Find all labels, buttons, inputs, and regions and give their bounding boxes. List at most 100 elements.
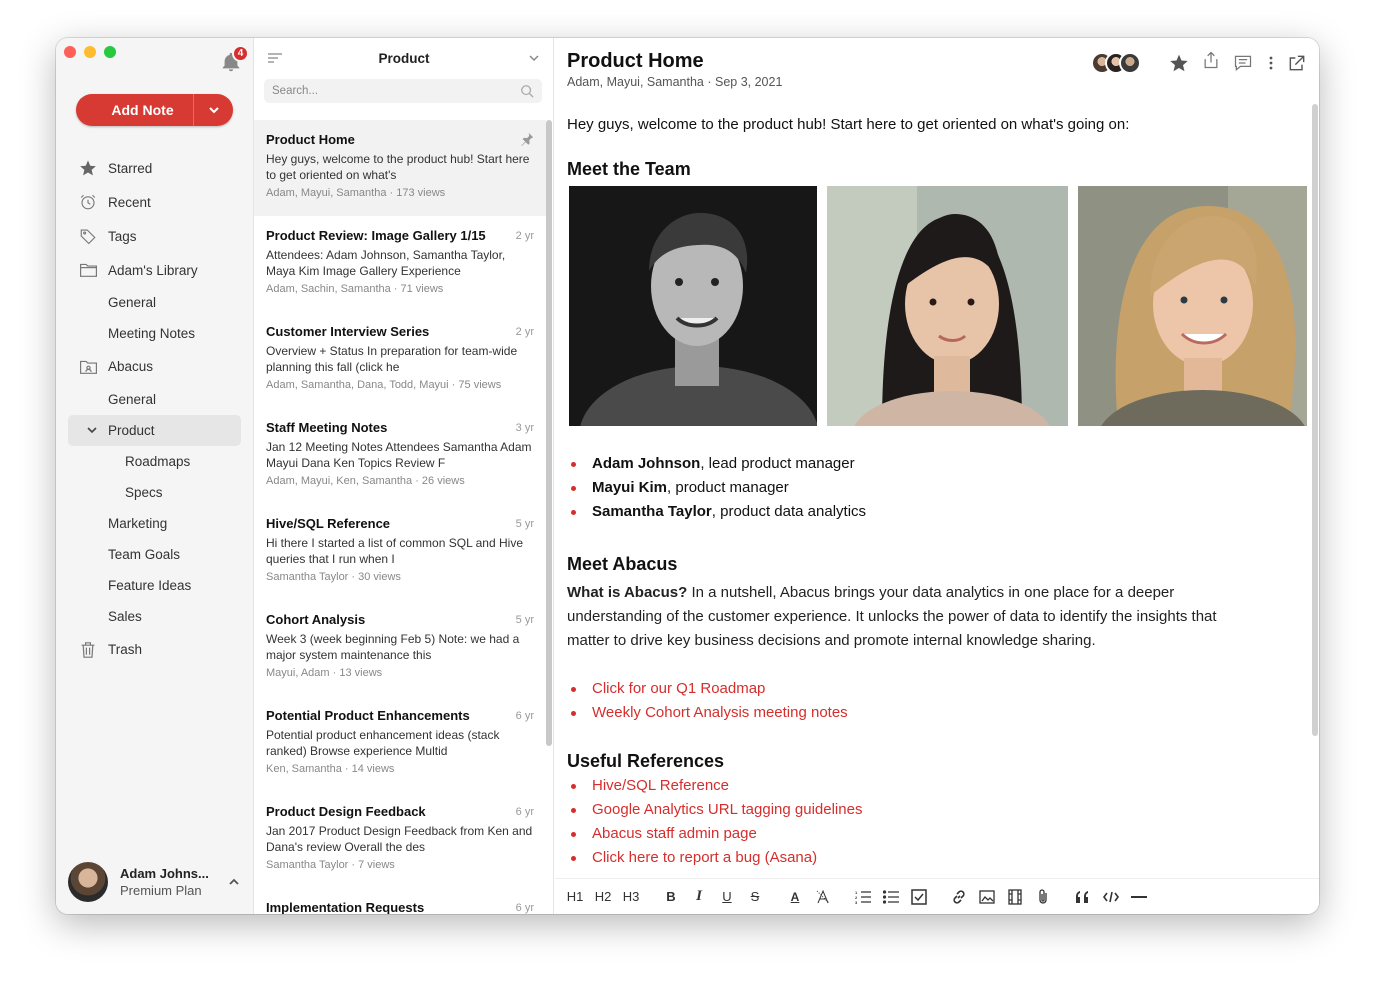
star-icon[interactable] — [1169, 53, 1189, 73]
report-bug-link[interactable]: Click here to report a bug (Asana) — [567, 846, 1307, 870]
image-icon[interactable] — [977, 887, 997, 907]
heading-1-button[interactable]: H1 — [565, 887, 585, 907]
sidebar-item-sales[interactable]: Sales — [68, 601, 241, 632]
note-age: 2 yr — [515, 326, 534, 338]
intro-paragraph: Hey guys, welcome to the product hub! St… — [567, 116, 1130, 133]
comment-icon[interactable] — [1233, 53, 1253, 73]
search-icon — [521, 85, 534, 98]
checkbox-list-icon[interactable] — [909, 887, 929, 907]
chevron-down-icon[interactable] — [528, 52, 540, 64]
document-body[interactable]: Hey guys, welcome to the product hub! St… — [567, 116, 1307, 878]
note-meta: Samantha Taylor · 7 views — [266, 859, 395, 871]
close-window-button[interactable] — [64, 46, 76, 58]
list-item[interactable]: Staff Meeting Notes 3 yr Jan 12 Meeting … — [254, 408, 546, 504]
more-vertical-icon[interactable] — [1261, 53, 1281, 73]
note-list-panel: Product Product Home Hey guys, welcome t… — [254, 38, 554, 914]
italic-button[interactable]: I — [689, 887, 709, 907]
hive-sql-link[interactable]: Hive/SQL Reference — [567, 774, 1307, 798]
team-photo-mayui[interactable] — [826, 186, 1069, 426]
quote-icon[interactable] — [1073, 887, 1093, 907]
list-item[interactable]: Product Design Feedback 6 yr Jan 2017 Pr… — [254, 792, 546, 888]
collaborator-avatars[interactable] — [1091, 52, 1151, 76]
admin-page-link[interactable]: Abacus staff admin page — [567, 822, 1307, 846]
document-scrollbar[interactable] — [1312, 104, 1318, 736]
sidebar-item-starred[interactable]: Starred — [68, 151, 241, 185]
bullet-list-icon[interactable] — [881, 887, 901, 907]
user-name: Adam Johns... — [120, 866, 209, 881]
sidebar-item-recent[interactable]: Recent — [68, 185, 241, 219]
maximize-window-button[interactable] — [104, 46, 116, 58]
team-member-name: Adam Johnson — [592, 455, 701, 472]
sidebar-item-team-goals[interactable]: Team Goals — [68, 539, 241, 570]
sidebar-item-trash[interactable]: Trash — [68, 632, 241, 667]
share-icon[interactable] — [1201, 50, 1221, 70]
sidebar-item-product[interactable]: Product — [68, 415, 241, 446]
note-list-header: Product — [254, 38, 554, 78]
open-external-icon[interactable] — [1287, 53, 1307, 73]
page-title[interactable]: Product Home — [567, 50, 704, 73]
team-member-role: , product manager — [667, 479, 789, 496]
sidebar-nav: Starred Recent Tags Adam's Library Gener… — [68, 151, 241, 667]
sidebar-item-label: Abacus — [108, 359, 154, 374]
video-icon[interactable] — [1005, 887, 1025, 907]
abacus-paragraph: What is Abacus? In a nutshell, Abacus br… — [567, 581, 1257, 653]
pin-icon[interactable] — [520, 132, 534, 146]
note-age: 6 yr — [515, 710, 534, 722]
sidebar-item-meeting-notes[interactable]: Meeting Notes — [68, 318, 241, 349]
sidebar-item-adams-library[interactable]: Adam's Library — [68, 253, 241, 287]
sidebar-item-specs[interactable]: Specs — [68, 477, 241, 508]
sidebar-item-marketing[interactable]: Marketing — [68, 508, 241, 539]
list-item[interactable]: Product Home Hey guys, welcome to the pr… — [254, 120, 546, 216]
note-title: Product Review: Image Gallery 1/15 — [266, 228, 486, 243]
chevron-down-icon[interactable] — [193, 94, 233, 126]
minimize-window-button[interactable] — [84, 46, 96, 58]
bold-button[interactable]: B — [661, 887, 681, 907]
code-icon[interactable] — [1101, 887, 1121, 907]
note-age: 6 yr — [515, 806, 534, 818]
chevron-down-icon[interactable] — [86, 424, 98, 436]
list-item[interactable]: Implementation Requests 6 yr — [254, 888, 546, 914]
team-member-name: Samantha Taylor — [592, 503, 712, 520]
divider-icon[interactable] — [1129, 887, 1149, 907]
sidebar: 4 Add Note Starred Recent Tags Adam's Li… — [56, 38, 254, 914]
sidebar-item-general[interactable]: General — [68, 287, 241, 318]
note-excerpt: Attendees: Adam Johnson, Samantha Taylor… — [266, 248, 506, 278]
attachment-icon[interactable] — [1033, 887, 1053, 907]
list-item[interactable]: Potential Product Enhancements 6 yr Pote… — [254, 696, 546, 792]
numbered-list-icon[interactable]: 123 — [853, 887, 873, 907]
note-meta: Adam, Samantha, Dana, Todd, Mayui · 75 v… — [266, 379, 502, 391]
sidebar-item-abacus-general[interactable]: General — [68, 384, 241, 415]
list-item[interactable]: Hive/SQL Reference 5 yr Hi there I start… — [254, 504, 546, 600]
user-info: Adam Johns... Premium Plan — [120, 865, 209, 899]
list-item[interactable]: Product Review: Image Gallery 1/15 2 yr … — [254, 216, 546, 312]
highlight-icon[interactable] — [813, 887, 833, 907]
notebook-title[interactable]: Product — [254, 51, 554, 66]
list-item[interactable]: Cohort Analysis 5 yr Week 3 (week beginn… — [254, 600, 546, 696]
team-photo-samantha[interactable] — [1078, 186, 1307, 426]
roadmap-link[interactable]: Click for our Q1 Roadmap — [567, 677, 1307, 701]
text-color-button[interactable]: A — [785, 887, 805, 907]
note-meta: Mayui, Adam · 13 views — [266, 667, 383, 679]
team-photo-adam[interactable] — [569, 186, 817, 426]
sidebar-item-roadmaps[interactable]: Roadmaps — [68, 446, 241, 477]
heading-2-button[interactable]: H2 — [593, 887, 613, 907]
chevron-up-icon[interactable] — [228, 876, 240, 888]
underline-button[interactable]: U — [717, 887, 737, 907]
abacus-links: Click for our Q1 Roadmap Weekly Cohort A… — [567, 677, 1307, 725]
sidebar-item-label: Marketing — [108, 516, 168, 531]
note-list-scrollbar[interactable] — [546, 120, 552, 746]
sidebar-item-tags[interactable]: Tags — [68, 219, 241, 253]
link-icon[interactable] — [949, 887, 969, 907]
sidebar-item-feature-ideas[interactable]: Feature Ideas — [68, 570, 241, 601]
sidebar-item-label: Sales — [108, 609, 142, 624]
list-item[interactable]: Customer Interview Series 2 yr Overview … — [254, 312, 546, 408]
sidebar-item-abacus[interactable]: Abacus — [68, 349, 241, 384]
user-menu[interactable]: Adam Johns... Premium Plan — [56, 850, 254, 914]
add-note-button[interactable]: Add Note — [76, 94, 233, 126]
search-input[interactable] — [264, 79, 542, 103]
note-title: Implementation Requests — [266, 900, 425, 914]
cohort-analysis-link[interactable]: Weekly Cohort Analysis meeting notes — [567, 701, 1307, 725]
heading-3-button[interactable]: H3 — [621, 887, 641, 907]
analytics-guidelines-link[interactable]: Google Analytics URL tagging guidelines — [567, 798, 1307, 822]
strikethrough-button[interactable]: S — [745, 887, 765, 907]
